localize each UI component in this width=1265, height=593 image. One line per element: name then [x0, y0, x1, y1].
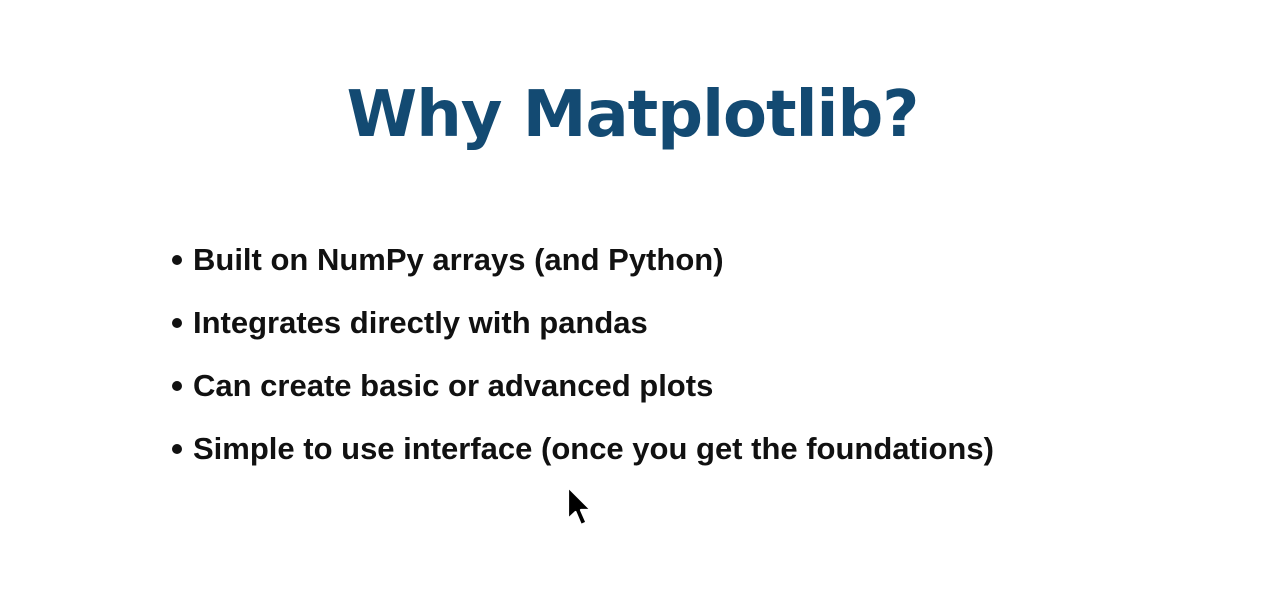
bullet-item: Simple to use interface (once you get th… — [172, 417, 994, 480]
slide-title: Why Matplotlib? — [346, 78, 920, 152]
bullet-text: Built on NumPy arrays (and Python) — [193, 241, 724, 277]
bullet-item: Integrates directly with pandas — [172, 291, 994, 354]
presentation-slide: Why Matplotlib? Built on NumPy arrays (a… — [0, 0, 1265, 593]
bullet-list: Built on NumPy arrays (and Python) Integ… — [172, 228, 994, 480]
mouse-pointer-icon — [566, 485, 593, 527]
bullet-dot-icon — [172, 380, 182, 391]
bullet-text: Simple to use interface (once you get th… — [193, 430, 994, 466]
bullet-dot-icon — [172, 443, 182, 454]
bullet-text: Can create basic or advanced plots — [193, 367, 714, 403]
bullet-dot-icon — [172, 254, 182, 265]
bullet-text: Integrates directly with pandas — [193, 304, 648, 340]
bullet-item: Can create basic or advanced plots — [172, 354, 994, 417]
bullet-item: Built on NumPy arrays (and Python) — [172, 228, 994, 291]
bullet-dot-icon — [172, 317, 182, 328]
